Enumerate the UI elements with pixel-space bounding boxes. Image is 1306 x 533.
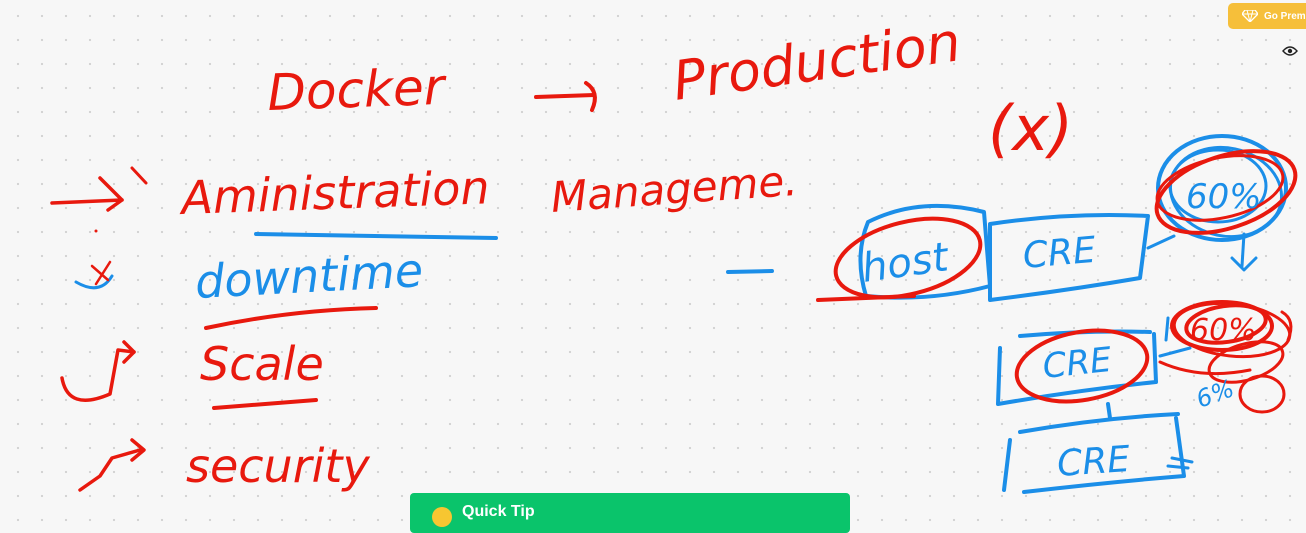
arrow-right-icon bbox=[534, 81, 597, 112]
underline-downtime bbox=[204, 306, 378, 330]
list-item-administration: Aministration bbox=[178, 160, 491, 225]
underline-administration bbox=[254, 232, 498, 240]
cre-top-label: CRE bbox=[1021, 230, 1097, 277]
emoji-icon bbox=[432, 507, 452, 527]
bullet-arrow-2 bbox=[74, 229, 114, 290]
diamond-icon bbox=[1242, 10, 1258, 22]
list-item-downtime: downtime bbox=[194, 243, 425, 309]
list-item-security: security bbox=[186, 439, 370, 493]
scribble-top-right: 60% bbox=[1146, 134, 1298, 272]
eye-icon bbox=[1282, 46, 1298, 56]
x-mark: (x) bbox=[988, 92, 1073, 165]
view-toggle-button[interactable] bbox=[1280, 43, 1300, 59]
note-top-right: 60% bbox=[1186, 177, 1262, 217]
cre-mid-node: CRE bbox=[996, 328, 1158, 406]
bullet-arrow-4 bbox=[78, 438, 146, 492]
docker-text: Docker bbox=[266, 58, 448, 122]
quick-tip-toast[interactable]: Quick Tip bbox=[410, 493, 850, 533]
production-text: Production bbox=[669, 10, 964, 113]
go-premium-button[interactable]: Go Premium bbox=[1228, 3, 1306, 29]
quick-tip-label: Quick Tip bbox=[462, 503, 535, 520]
cre-bottom-label: CRE bbox=[1056, 439, 1132, 485]
cre-top-node: CRE bbox=[988, 213, 1150, 302]
cre-bottom-node: CRE bbox=[1002, 402, 1194, 494]
dash-mark bbox=[726, 269, 774, 274]
host-label: host bbox=[859, 234, 952, 292]
management-text: Manageme. bbox=[549, 156, 799, 222]
host-node: host bbox=[816, 203, 992, 302]
underline-scale bbox=[212, 398, 318, 410]
bullet-arrow-1 bbox=[50, 166, 148, 212]
note-small: 6% bbox=[1192, 374, 1237, 413]
bullet-arrow-3 bbox=[60, 340, 136, 402]
cre-mid-label: CRE bbox=[1041, 340, 1114, 387]
list-item-scale: Scale bbox=[200, 337, 324, 391]
go-premium-label: Go Premium bbox=[1264, 10, 1306, 22]
whiteboard-canvas[interactable]: Docker Production (x) Aministration Mana… bbox=[0, 0, 1306, 512]
